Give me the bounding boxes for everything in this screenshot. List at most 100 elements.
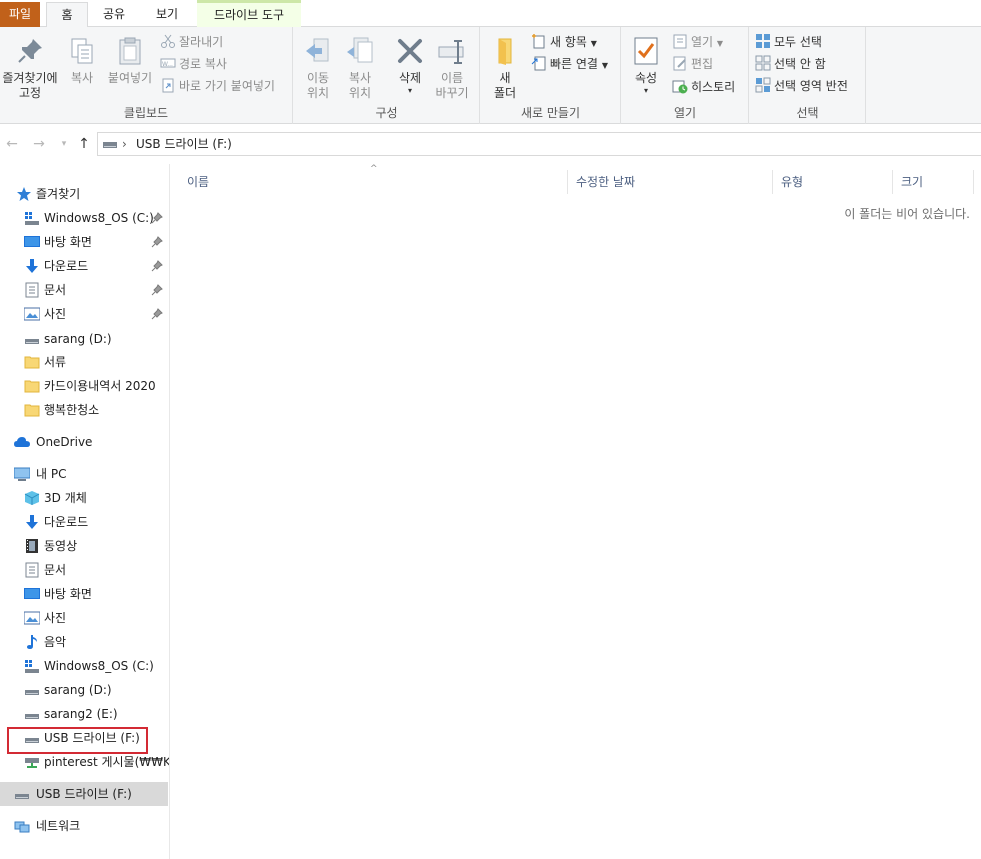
column-header-size[interactable]: 크기 bbox=[893, 170, 974, 194]
pin-icon[interactable] bbox=[151, 236, 163, 248]
forward-arrow-icon[interactable]: → bbox=[31, 136, 47, 152]
select-all-button[interactable]: 모두 선택 bbox=[755, 32, 822, 52]
pin-icon[interactable] bbox=[151, 308, 163, 320]
sidebar-item-quick-folder-docs[interactable]: 서류 bbox=[0, 351, 168, 373]
sidebar-item-quick-documents[interactable]: 문서 bbox=[0, 279, 168, 301]
breadcrumb-separator[interactable]: › bbox=[122, 133, 127, 155]
sidebar-label: Windows8_OS (C:) bbox=[44, 211, 154, 225]
delete-dropdown-caret[interactable]: ▾ bbox=[392, 86, 428, 96]
open-label: 열기 bbox=[691, 35, 714, 49]
tab-home[interactable]: 홈 bbox=[46, 2, 88, 28]
sidebar-label: Windows8_OS (C:) bbox=[44, 659, 154, 673]
copy-path-button[interactable]: W... 경로 복사 bbox=[160, 54, 227, 74]
select-all-icon bbox=[756, 34, 770, 48]
back-arrow-icon[interactable]: ← bbox=[4, 136, 20, 152]
pictures-icon bbox=[24, 611, 40, 625]
recent-locations-chevron-icon[interactable]: ▾ bbox=[56, 136, 72, 152]
sidebar-label: 문서 bbox=[44, 563, 67, 577]
pin-to-quick-access-button[interactable]: 즐겨찾기에 고정 bbox=[0, 35, 60, 101]
sidebar-item-desktop[interactable]: 바탕 화면 bbox=[0, 583, 168, 605]
new-folder-label-2: 폴더 bbox=[493, 86, 517, 100]
sidebar-item-quick-access[interactable]: 즐겨찾기 bbox=[0, 183, 168, 205]
paste-shortcut-button[interactable]: 바로 가기 붙여넣기 bbox=[160, 76, 275, 96]
pin-icon bbox=[18, 39, 42, 63]
new-folder-label-1: 새 bbox=[499, 71, 511, 85]
sidebar-item-c-drive[interactable]: Windows8_OS (C:) bbox=[0, 655, 168, 677]
sidebar-item-e-drive[interactable]: sarang2 (E:) bbox=[0, 703, 168, 725]
sidebar-item-usb-drive[interactable]: USB 드라이브 (F:) bbox=[0, 727, 168, 749]
edit-button[interactable]: 편집 bbox=[672, 54, 713, 74]
column-header-type[interactable]: 유형 bbox=[773, 170, 893, 194]
pin-icon[interactable] bbox=[151, 284, 163, 296]
copy-to-button[interactable]: 복사 위치 bbox=[340, 35, 380, 101]
sidebar-item-pictures[interactable]: 사진 bbox=[0, 607, 168, 629]
sidebar-item-quick-d-drive[interactable]: sarang (D:) bbox=[0, 328, 168, 350]
sidebar-item-quick-desktop[interactable]: 바탕 화면 bbox=[0, 231, 168, 253]
sidebar-item-onedrive[interactable]: OneDrive bbox=[0, 431, 168, 453]
pin-icon[interactable] bbox=[151, 212, 163, 224]
drive-icon bbox=[25, 714, 39, 719]
easy-access-button[interactable]: 빠른 연결 ▼ bbox=[531, 54, 608, 74]
paste-button[interactable]: 붙여넣기 bbox=[103, 35, 157, 86]
history-button[interactable]: 히스토리 bbox=[672, 77, 735, 97]
open-icon bbox=[673, 34, 687, 49]
tab-drive-tools[interactable]: 드라이브 도구 bbox=[197, 0, 301, 27]
rename-label-2: 바꾸기 bbox=[435, 86, 469, 100]
properties-check-icon bbox=[634, 37, 658, 65]
sidebar-item-usb-root[interactable]: USB 드라이브 (F:) bbox=[0, 783, 168, 805]
breadcrumb-usb-drive[interactable]: USB 드라이브 (F:) bbox=[136, 133, 232, 155]
sidebar-item-d-drive[interactable]: sarang (D:) bbox=[0, 679, 168, 701]
properties-dropdown-caret[interactable]: ▾ bbox=[628, 86, 664, 96]
rename-label-1: 이름 bbox=[440, 71, 464, 85]
properties-button[interactable]: 속성 ▾ bbox=[628, 35, 664, 96]
sidebar-item-downloads[interactable]: 다운로드 bbox=[0, 511, 168, 533]
column-header-date-modified[interactable]: 수정한 날짜 bbox=[568, 170, 773, 194]
copy-label: 복사 bbox=[70, 71, 94, 85]
up-arrow-icon[interactable]: ↑ bbox=[76, 136, 92, 152]
sidebar-item-3d-objects[interactable]: 3D 개체 bbox=[0, 487, 168, 509]
sidebar-label: 다운로드 bbox=[44, 515, 89, 529]
sidebar-label: 즐겨찾기 bbox=[36, 187, 81, 201]
open-button[interactable]: 열기 ▼ bbox=[672, 32, 723, 52]
sidebar-item-documents[interactable]: 문서 bbox=[0, 559, 168, 581]
cut-button[interactable]: 잘라내기 bbox=[160, 32, 223, 52]
new-item-button[interactable]: 새 항목 ▼ bbox=[531, 32, 597, 52]
properties-label: 속성 bbox=[634, 71, 658, 85]
address-bar[interactable]: › USB 드라이브 (F:) bbox=[97, 132, 981, 156]
pin-icon[interactable] bbox=[151, 260, 163, 272]
sidebar-label: 음악 bbox=[44, 635, 67, 649]
sidebar-item-quick-pictures[interactable]: 사진 bbox=[0, 303, 168, 325]
sidebar-item-quick-folder-card[interactable]: 카드이용내역서 2020 bbox=[0, 375, 168, 397]
new-folder-button[interactable]: 새 폴더 bbox=[487, 35, 523, 101]
file-list-pane[interactable]: ^ 이름 수정한 날짜 유형 크기 이 폴더는 비어 있습니다. bbox=[170, 164, 981, 859]
organize-group: 이동 위치 복사 위치 삭제 ▾ 이름 바꾸기 구성 bbox=[294, 27, 480, 124]
sidebar-item-network[interactable]: 네트워크 bbox=[0, 815, 168, 837]
rename-button[interactable]: 이름 바꾸기 bbox=[432, 35, 472, 101]
sidebar-item-quick-folder-cleaning[interactable]: 행복한청소 bbox=[0, 399, 168, 421]
invert-selection-button[interactable]: 선택 영역 반전 bbox=[755, 76, 848, 96]
sidebar-item-videos[interactable]: 동영상 bbox=[0, 535, 168, 557]
select-group: 모두 선택 선택 안 함 선택 영역 반전 선택 bbox=[750, 27, 866, 124]
tab-view[interactable]: 보기 bbox=[142, 2, 192, 27]
sidebar-item-network-drive-pinterest[interactable]: pinterest 게시물(₩₩KIN bbox=[0, 751, 169, 773]
tab-file[interactable]: 파일 bbox=[0, 2, 40, 27]
copy-to-label-2: 위치 bbox=[348, 86, 372, 100]
move-to-button[interactable]: 이동 위치 bbox=[300, 35, 336, 101]
sidebar-item-music[interactable]: 음악 bbox=[0, 631, 168, 653]
sidebar-item-this-pc[interactable]: 내 PC bbox=[0, 463, 168, 485]
open-group: 속성 ▾ 열기 ▼ 편집 히스토리 열기 bbox=[622, 27, 749, 124]
history-icon bbox=[672, 80, 688, 94]
select-none-button[interactable]: 선택 안 함 bbox=[755, 54, 826, 74]
new-group: 새 폴더 새 항목 ▼ 빠른 연결 ▼ 새로 만들기 bbox=[481, 27, 621, 124]
sidebar-item-quick-downloads[interactable]: 다운로드 bbox=[0, 255, 168, 277]
column-header-name[interactable]: 이름 bbox=[170, 170, 568, 194]
download-arrow-icon bbox=[26, 515, 38, 529]
delete-button[interactable]: 삭제 ▾ bbox=[392, 35, 428, 96]
sidebar-label: OneDrive bbox=[36, 435, 93, 449]
tab-share[interactable]: 공유 bbox=[92, 2, 136, 27]
navigation-bar: ← → ▾ ↑ › USB 드라이브 (F:) bbox=[0, 124, 981, 164]
desktop-icon bbox=[24, 588, 40, 599]
sidebar-item-quick-c-drive[interactable]: Windows8_OS (C:) bbox=[0, 207, 168, 229]
copy-button[interactable]: 복사 bbox=[64, 35, 100, 86]
new-group-label: 새로 만들기 bbox=[520, 106, 580, 120]
